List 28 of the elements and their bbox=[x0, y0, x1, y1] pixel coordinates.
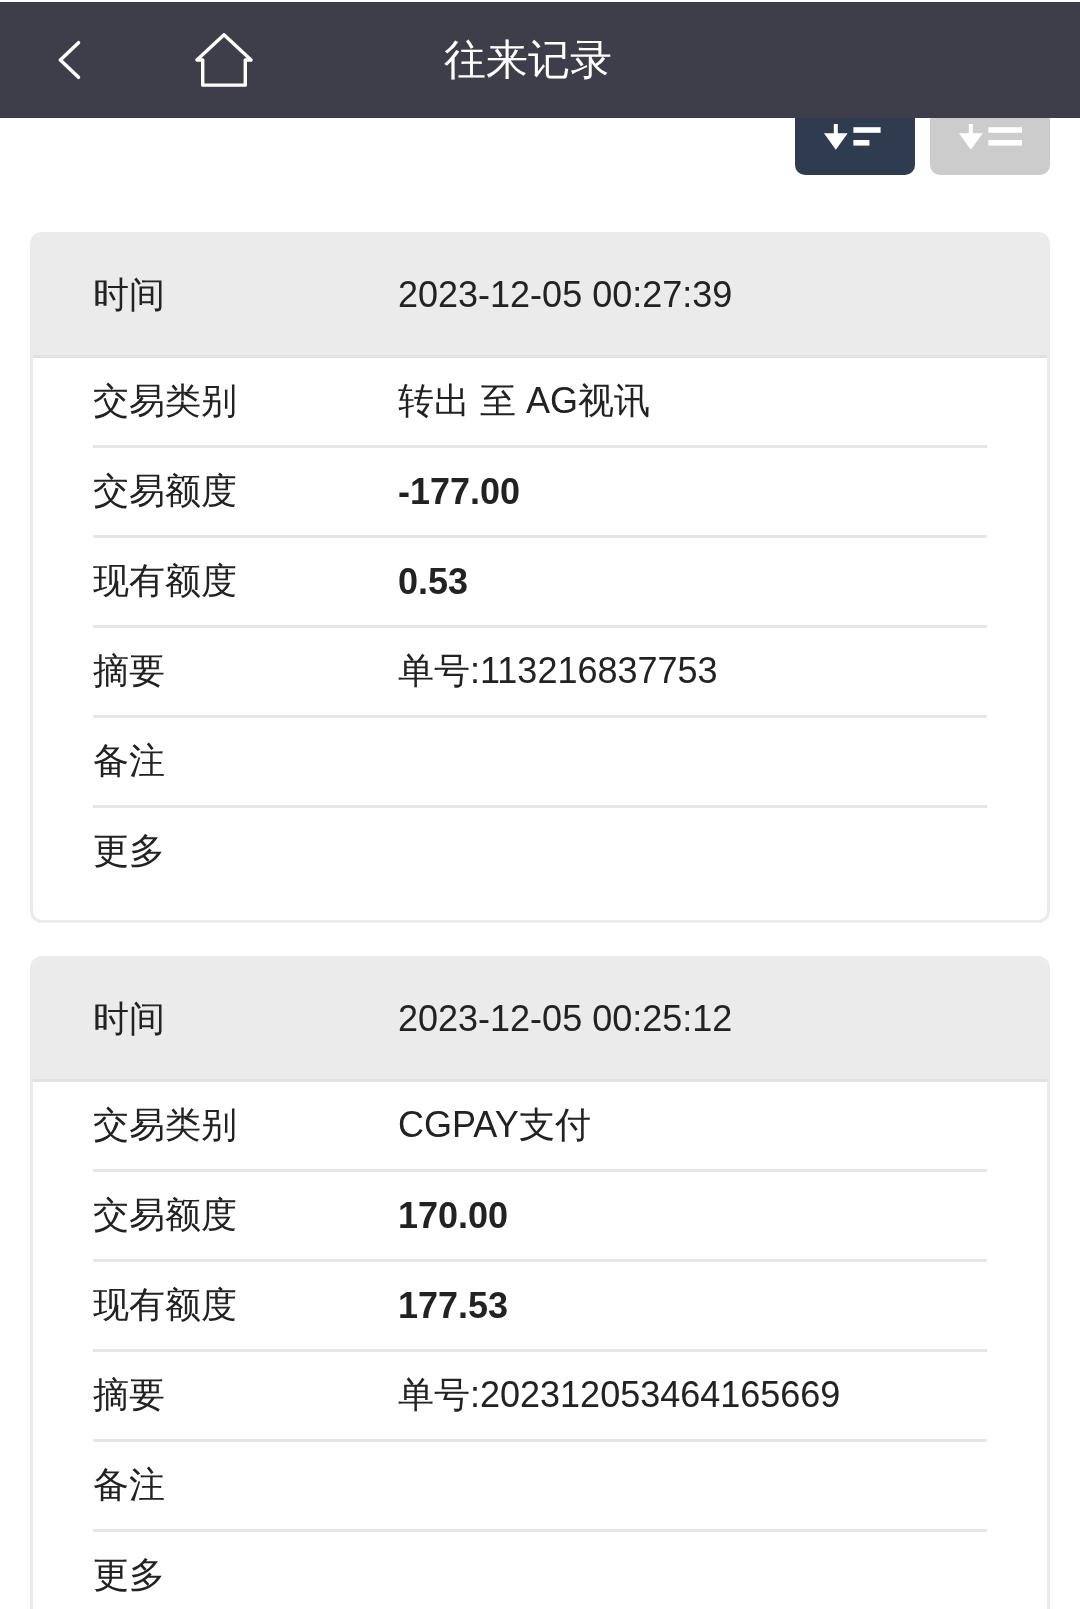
field-label: 交易额度 bbox=[93, 1193, 238, 1237]
field-label: 交易类别 bbox=[93, 379, 238, 423]
field-value: 转出 至 AG视讯 bbox=[398, 379, 651, 423]
field-label: 交易额度 bbox=[93, 469, 238, 513]
field-label: 备注 bbox=[93, 1463, 166, 1507]
field-value: 2023-12-05 00:25:12 bbox=[398, 998, 733, 1040]
field-label: 时间 bbox=[93, 996, 166, 1041]
sort-button[interactable] bbox=[795, 118, 915, 175]
field-label: 备注 bbox=[93, 739, 166, 783]
field-label: 交易类别 bbox=[93, 1103, 238, 1147]
field-label: 现有额度 bbox=[93, 559, 238, 603]
field-value: 单号:202312053464165669 bbox=[398, 1373, 841, 1417]
field-label: 现有额度 bbox=[93, 1283, 238, 1327]
page-title: 往来记录 bbox=[444, 35, 612, 85]
amount-value: 0.53 bbox=[398, 560, 469, 603]
home-icon[interactable] bbox=[194, 31, 254, 89]
field-value: 2023-12-05 00:27:39 bbox=[398, 274, 733, 316]
back-icon[interactable] bbox=[56, 38, 82, 82]
amount-value: -177.00 bbox=[398, 470, 521, 513]
field-label: 摘要 bbox=[93, 649, 166, 693]
field-label: 更多 bbox=[93, 1553, 166, 1597]
field-label: 摘要 bbox=[93, 1373, 166, 1417]
field-label: 更多 bbox=[93, 829, 166, 873]
field-value: 单号:113216837753 bbox=[398, 649, 718, 693]
field-value: CGPAY支付 bbox=[398, 1103, 591, 1147]
field-label: 时间 bbox=[93, 272, 166, 317]
amount-value: 177.53 bbox=[398, 1284, 509, 1327]
amount-value: 170.00 bbox=[398, 1194, 509, 1237]
